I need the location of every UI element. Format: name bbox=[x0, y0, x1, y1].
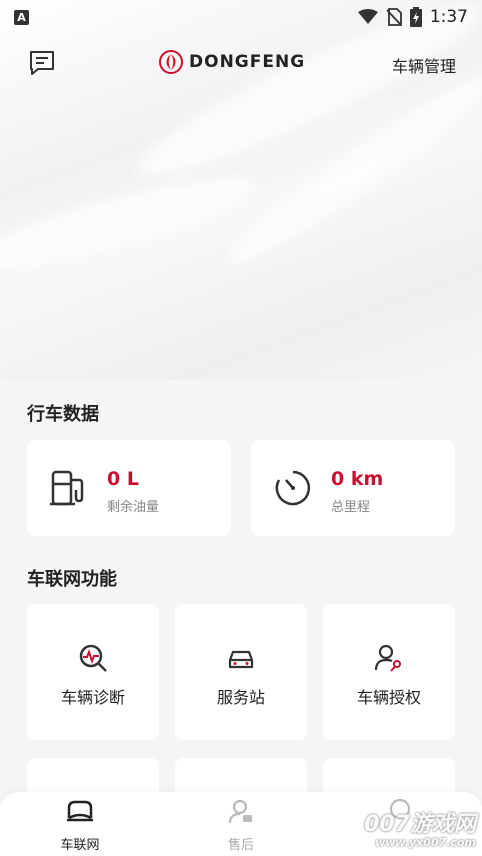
sim-app-icon: A bbox=[14, 9, 29, 25]
user-key-icon bbox=[374, 644, 401, 672]
odometer-icon bbox=[275, 470, 311, 506]
vehicle-authorization-card[interactable]: 车辆授权 bbox=[323, 604, 455, 740]
vehicle-diagnosis-label: 车辆诊断 bbox=[60, 688, 125, 707]
fuel-value: 0 L bbox=[107, 468, 139, 490]
car-icon bbox=[67, 800, 93, 822]
brand-name: DONGFENG bbox=[189, 52, 306, 72]
diagnosis-icon bbox=[79, 644, 107, 672]
driving-data-title: 行车数据 bbox=[27, 404, 99, 425]
site-watermark: 007游戏网 www.yx007.com bbox=[358, 806, 476, 852]
vehicle-authorization-label: 车辆授权 bbox=[356, 688, 421, 707]
mileage-card[interactable]: 0 km 总里程 bbox=[251, 440, 455, 536]
tab-after-sales[interactable]: 售后 bbox=[201, 798, 281, 853]
battery-charging-icon bbox=[409, 7, 422, 27]
after-sales-icon bbox=[228, 799, 252, 824]
vehicle-diagnosis-card[interactable]: 车辆诊断 bbox=[27, 604, 159, 740]
dongfeng-emblem-icon bbox=[159, 50, 183, 74]
watermark-title: 007游戏网 bbox=[364, 812, 476, 837]
fuel-label: 剩余油量 bbox=[107, 500, 160, 515]
tab-after-sales-label: 售后 bbox=[227, 838, 254, 853]
no-sim-icon bbox=[386, 8, 402, 26]
service-station-label: 服务站 bbox=[216, 688, 265, 707]
message-icon[interactable] bbox=[28, 50, 56, 76]
clock: 1:37 bbox=[429, 7, 468, 27]
mileage-value: 0 km bbox=[331, 468, 384, 490]
car-service-icon bbox=[228, 650, 254, 669]
tab-iov[interactable]: 车联网 bbox=[40, 798, 120, 853]
wifi-icon bbox=[357, 9, 378, 24]
mileage-label: 总里程 bbox=[331, 500, 371, 515]
brand-logo: DONGFENG bbox=[159, 50, 305, 74]
vehicle-management-button[interactable]: 车辆管理 bbox=[392, 53, 456, 77]
fuel-card[interactable]: 0 L 剩余油量 bbox=[27, 440, 231, 536]
status-bar: A 1:37 bbox=[0, 0, 482, 34]
service-station-card[interactable]: 服务站 bbox=[175, 604, 307, 740]
iov-functions-title: 车联网功能 bbox=[27, 569, 117, 590]
app-header: DONGFENG 车辆管理 bbox=[0, 40, 482, 86]
fuel-pump-icon bbox=[50, 470, 84, 506]
tab-iov-label: 车联网 bbox=[60, 838, 100, 853]
watermark-url: www.yx007.com bbox=[375, 836, 476, 849]
